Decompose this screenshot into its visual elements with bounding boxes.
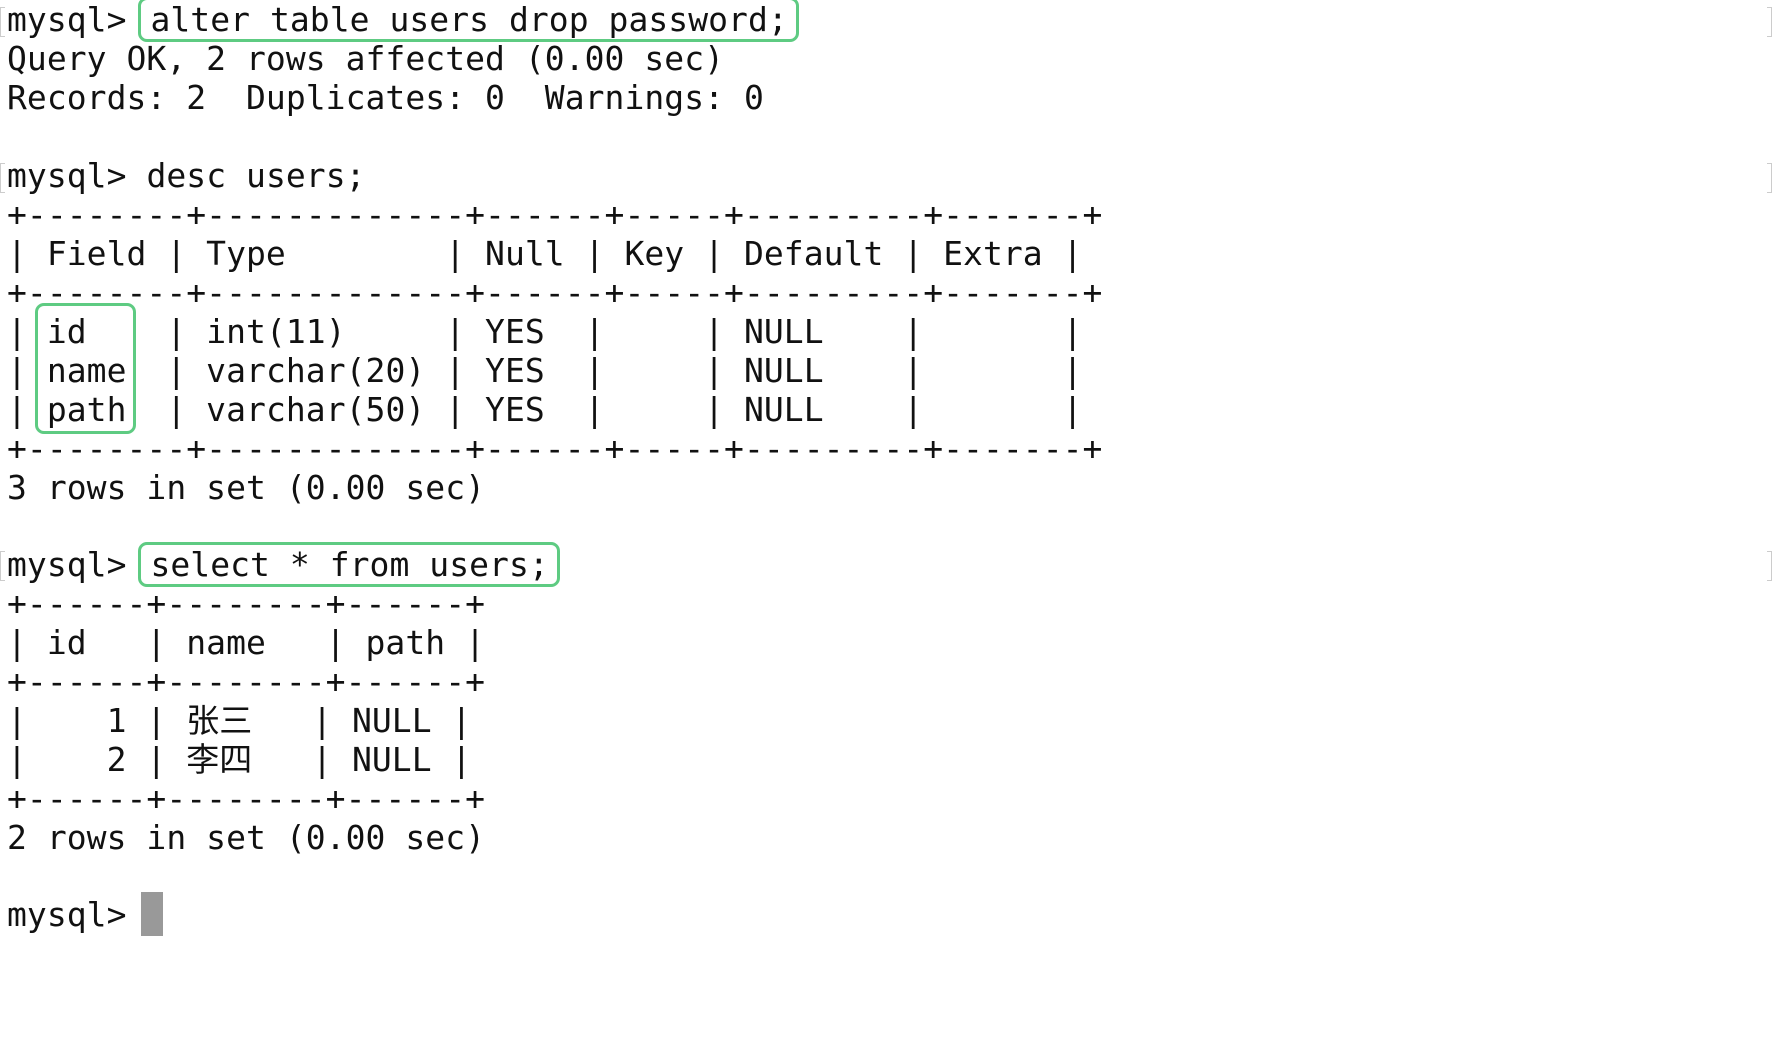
select-table-border: +------+--------+------+ <box>7 584 486 623</box>
desc-table-header: | Field | Type | Null | Key | Default | … <box>7 234 1083 273</box>
desc-result-summary: 3 rows in set (0.00 sec) <box>7 468 486 507</box>
mysql-prompt: mysql> <box>7 895 147 934</box>
text-cursor[interactable] <box>141 892 163 936</box>
select-table-header: | id | name | path | <box>7 623 486 662</box>
query-ok-output: Query OK, 2 rows affected (0.00 sec) <box>7 39 725 78</box>
line-marker <box>0 7 5 37</box>
desc-table-border: +--------+-------------+------+-----+---… <box>7 195 1103 234</box>
line-marker <box>0 551 5 581</box>
select-result-summary: 2 rows in set (0.00 sec) <box>7 818 486 857</box>
line-marker <box>0 163 5 193</box>
desc-command: desc users; <box>146 156 366 195</box>
line-marker <box>1767 7 1772 37</box>
line-marker <box>1767 163 1772 193</box>
select-table-border: +------+--------+------+ <box>7 779 486 818</box>
command-line-desc: mysql> desc users; <box>7 154 366 198</box>
terminal-window[interactable]: mysql> alter table users drop password; … <box>0 0 1774 1060</box>
mysql-prompt: mysql> <box>7 0 147 39</box>
mysql-prompt: mysql> <box>7 545 147 584</box>
select-command: select * from users; <box>138 542 560 587</box>
active-prompt-line[interactable]: mysql> <box>7 893 146 937</box>
command-line-select: mysql> select * from users; <box>7 542 560 587</box>
alter-command: alter table users drop password; <box>138 0 799 42</box>
records-output: Records: 2 Duplicates: 0 Warnings: 0 <box>7 78 764 117</box>
command-line-alter: mysql> alter table users drop password; <box>7 0 799 42</box>
desc-table-border: +--------+-------------+------+-----+---… <box>7 429 1103 468</box>
table-row: | 2 | 李四 | NULL | <box>7 740 472 779</box>
select-table-border: +------+--------+------+ <box>7 662 486 701</box>
table-row: | name | varchar(20) | YES | | NULL | | <box>7 351 1083 390</box>
line-marker <box>1767 551 1772 581</box>
field-names-highlight <box>35 303 136 434</box>
table-row: | path | varchar(50) | YES | | NULL | | <box>7 390 1083 429</box>
table-row: | 1 | 张三 | NULL | <box>7 701 472 740</box>
mysql-prompt: mysql> <box>7 156 147 195</box>
table-row: | id | int(11) | YES | | NULL | | <box>7 312 1083 351</box>
desc-table-border: +--------+-------------+------+-----+---… <box>7 273 1103 312</box>
